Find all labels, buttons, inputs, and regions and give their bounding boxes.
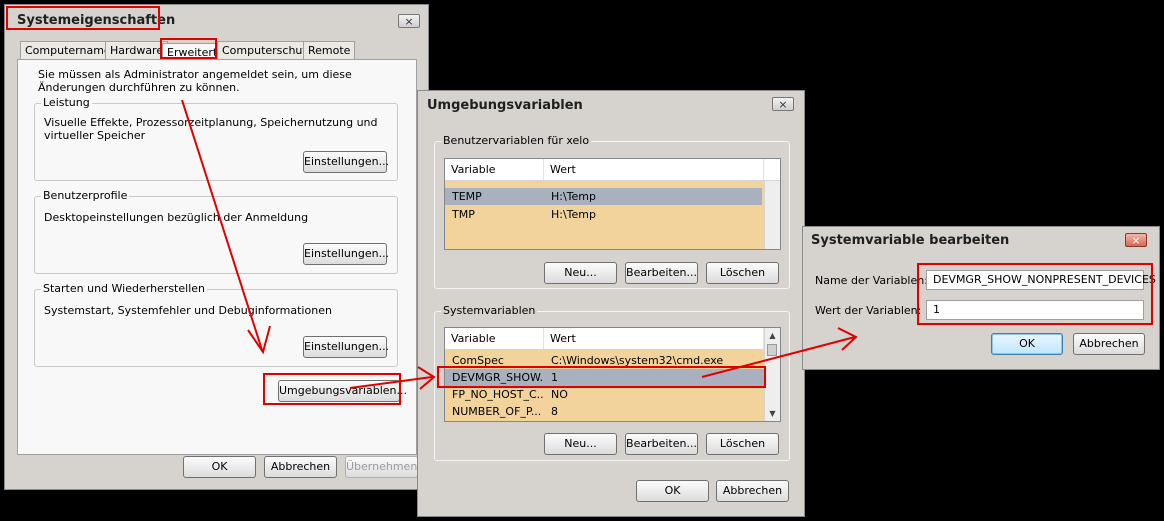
- arrow-line: [181, 99, 263, 351]
- arrow-line: [349, 376, 433, 389]
- annotation-arrows: [181, 99, 858, 390]
- arrow-line: [701, 336, 856, 378]
